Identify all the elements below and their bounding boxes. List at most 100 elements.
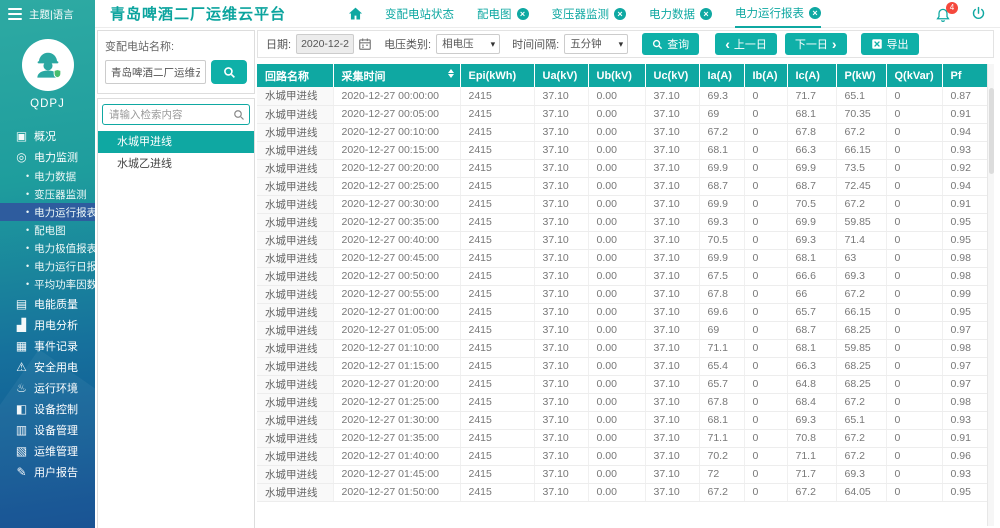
sidebar-item[interactable]: • 电力运行报表	[0, 203, 95, 221]
tab-close-icon[interactable]: ×	[516, 7, 529, 20]
search-icon	[223, 66, 235, 78]
table-row[interactable]: 水城甲进线 2020-12-27 01:50:00 2415 37.10 0.00 37.…	[257, 483, 988, 502]
date-input[interactable]	[296, 34, 355, 54]
table-row[interactable]: 水城甲进线 2020-12-27 00:55:00 2415 37.10 0.00 37.…	[257, 285, 988, 304]
feeder-list-item[interactable]: 水城甲进线	[98, 131, 254, 153]
table-cell: 64.8	[787, 375, 837, 394]
table-row[interactable]: 水城甲进线 2020-12-27 00:25:00 2415 37.10 0.00 37.…	[257, 177, 988, 196]
export-button[interactable]: 导出	[860, 33, 919, 55]
sidebar-item[interactable]: ▤ 电能质量	[0, 293, 95, 314]
table-cell: 0	[886, 159, 943, 178]
table-row[interactable]: 水城甲进线 2020-12-27 01:15:00 2415 37.10 0.00 37.…	[257, 357, 988, 376]
sidebar-item[interactable]: ▧ 运维管理	[0, 440, 95, 461]
interval-select[interactable]: 五分钟 ▾	[564, 34, 629, 54]
sidebar-item[interactable]: • 电力运行日报	[0, 257, 95, 275]
table-cell: 水城甲进线	[257, 429, 334, 448]
notification-badge: 4	[946, 1, 958, 14]
table-cell: 0	[886, 87, 943, 106]
bullet-icon: •	[26, 279, 30, 289]
column-header[interactable]: 采集时间	[333, 64, 461, 87]
table-cell: 37.10	[645, 195, 700, 214]
table-row[interactable]: 水城甲进线 2020-12-27 01:05:00 2415 37.10 0.00 37.…	[257, 321, 988, 340]
table-cell: 69	[699, 105, 745, 124]
nav-tab[interactable]: 电力数据 ×	[649, 0, 713, 28]
table-cell: 37.10	[534, 321, 589, 340]
table-row[interactable]: 水城甲进线 2020-12-27 01:20:00 2415 37.10 0.00 37.…	[257, 375, 988, 394]
sidebar-item-label: 安全用电	[34, 361, 78, 374]
power-logout-icon[interactable]	[971, 6, 986, 21]
sidebar-item-label: 配电图	[34, 224, 66, 237]
theme-language-link[interactable]: 主题|语言	[29, 7, 74, 22]
sidebar-item[interactable]: ▦ 事件记录	[0, 335, 95, 356]
sidebar-item[interactable]: ▣ 概况	[0, 125, 95, 146]
table-row[interactable]: 水城甲进线 2020-12-27 00:40:00 2415 37.10 0.00 37.…	[257, 231, 988, 250]
scrollbar-thumb[interactable]	[989, 88, 994, 174]
table-row[interactable]: 水城甲进线 2020-12-27 00:00:00 2415 37.10 0.00 37.…	[257, 87, 988, 106]
table-cell: 0.95	[942, 213, 988, 232]
table-row[interactable]: 水城甲进线 2020-12-27 01:10:00 2415 37.10 0.00 37.…	[257, 339, 988, 358]
vertical-scrollbar[interactable]	[987, 64, 994, 526]
table-cell: 37.10	[645, 213, 700, 232]
notifications-button[interactable]: 4	[935, 1, 958, 22]
table-cell: 37.10	[645, 447, 700, 466]
nav-tab[interactable]: 配电图 ×	[477, 0, 529, 28]
table-row[interactable]: 水城甲进线 2020-12-27 00:05:00 2415 37.10 0.00 37.…	[257, 105, 988, 124]
main-content: 日期: 电压类别: 相电压 ▾ 时间间隔: 五分钟 ▾	[257, 28, 994, 528]
table-cell: 0	[886, 267, 943, 286]
nav-tab[interactable]: 变压器监测 ×	[552, 0, 627, 28]
table-cell: 67.2	[836, 285, 887, 304]
table-cell: 0.94	[942, 123, 988, 142]
sidebar-item[interactable]: ♨ 运行环境	[0, 377, 95, 398]
nav-tab[interactable]: 变配电站状态	[385, 0, 454, 28]
table-cell: 2415	[460, 375, 535, 394]
table-row[interactable]: 水城甲进线 2020-12-27 01:40:00 2415 37.10 0.00 37.…	[257, 447, 988, 466]
sidebar-item[interactable]: • 电力数据	[0, 167, 95, 185]
table-row[interactable]: 水城甲进线 2020-12-27 01:25:00 2415 37.10 0.00 37.…	[257, 393, 988, 412]
sidebar-item[interactable]: ◎ 电力监测	[0, 146, 95, 167]
table-row[interactable]: 水城甲进线 2020-12-27 00:10:00 2415 37.10 0.00 37.…	[257, 123, 988, 142]
table-row[interactable]: 水城甲进线 2020-12-27 00:45:00 2415 37.10 0.00 37.…	[257, 249, 988, 268]
table-row[interactable]: 水城甲进线 2020-12-27 01:00:00 2415 37.10 0.00 37.…	[257, 303, 988, 322]
sidebar-item[interactable]: • 平均功率因数	[0, 275, 95, 293]
table-cell: 0.97	[942, 357, 988, 376]
sort-icon[interactable]	[447, 69, 454, 78]
tab-close-icon[interactable]: ×	[700, 7, 713, 20]
next-day-button[interactable]: 下一日 ›	[784, 33, 847, 55]
table-row[interactable]: 水城甲进线 2020-12-27 00:30:00 2415 37.10 0.00 37.…	[257, 195, 988, 214]
table-cell: 68.7	[787, 321, 837, 340]
voltage-type-select[interactable]: 相电压 ▾	[436, 34, 501, 54]
table-row[interactable]: 水城甲进线 2020-12-27 01:30:00 2415 37.10 0.00 37.…	[257, 411, 988, 430]
table-cell: 37.10	[534, 393, 589, 412]
nav-tab[interactable]: 电力运行报表 ×	[735, 0, 822, 28]
feeder-list-item[interactable]: 水城乙进线	[98, 153, 254, 175]
calendar-icon[interactable]	[358, 37, 372, 51]
table-row[interactable]: 水城甲进线 2020-12-27 00:15:00 2415 37.10 0.00 37.…	[257, 141, 988, 160]
sidebar-item[interactable]: • 电力极值报表	[0, 239, 95, 257]
table-row[interactable]: 水城甲进线 2020-12-27 01:35:00 2415 37.10 0.00 37.…	[257, 429, 988, 448]
table-row[interactable]: 水城甲进线 2020-12-27 00:50:00 2415 37.10 0.00 37.…	[257, 267, 988, 286]
table-cell: 0	[886, 321, 943, 340]
table-row[interactable]: 水城甲进线 2020-12-27 00:35:00 2415 37.10 0.00 37.…	[257, 213, 988, 232]
sidebar-item[interactable]: ▟ 用电分析	[0, 314, 95, 335]
sidebar-item[interactable]: ▥ 设备管理	[0, 419, 95, 440]
tab-close-icon[interactable]: ×	[614, 7, 627, 20]
feeder-search-input[interactable]	[102, 104, 250, 125]
table-cell: 0	[886, 465, 943, 484]
station-name-input[interactable]	[105, 60, 206, 84]
sidebar-item[interactable]: ✎ 用户报告	[0, 461, 95, 482]
home-icon[interactable]	[348, 6, 363, 21]
query-button[interactable]: 查询	[642, 33, 700, 55]
table-cell: 37.10	[534, 429, 589, 448]
table-row[interactable]: 水城甲进线 2020-12-27 00:20:00 2415 37.10 0.00 37.…	[257, 159, 988, 178]
sidebar-item[interactable]: • 变压器监测	[0, 185, 95, 203]
table-row[interactable]: 水城甲进线 2020-12-27 01:45:00 2415 37.10 0.00 37.…	[257, 465, 988, 484]
sidebar-item[interactable]: • 配电图	[0, 221, 95, 239]
table-cell: 水城甲进线	[257, 357, 334, 376]
tab-close-icon[interactable]: ×	[809, 6, 822, 19]
station-search-button[interactable]	[211, 60, 247, 84]
hamburger-menu-icon[interactable]	[8, 8, 22, 20]
sidebar-item[interactable]: ⚠ 安全用电	[0, 356, 95, 377]
table-cell: 0	[886, 177, 943, 196]
sidebar-item[interactable]: ◧ 设备控制	[0, 398, 95, 419]
prev-day-button[interactable]: ‹ 上一日	[715, 33, 777, 55]
